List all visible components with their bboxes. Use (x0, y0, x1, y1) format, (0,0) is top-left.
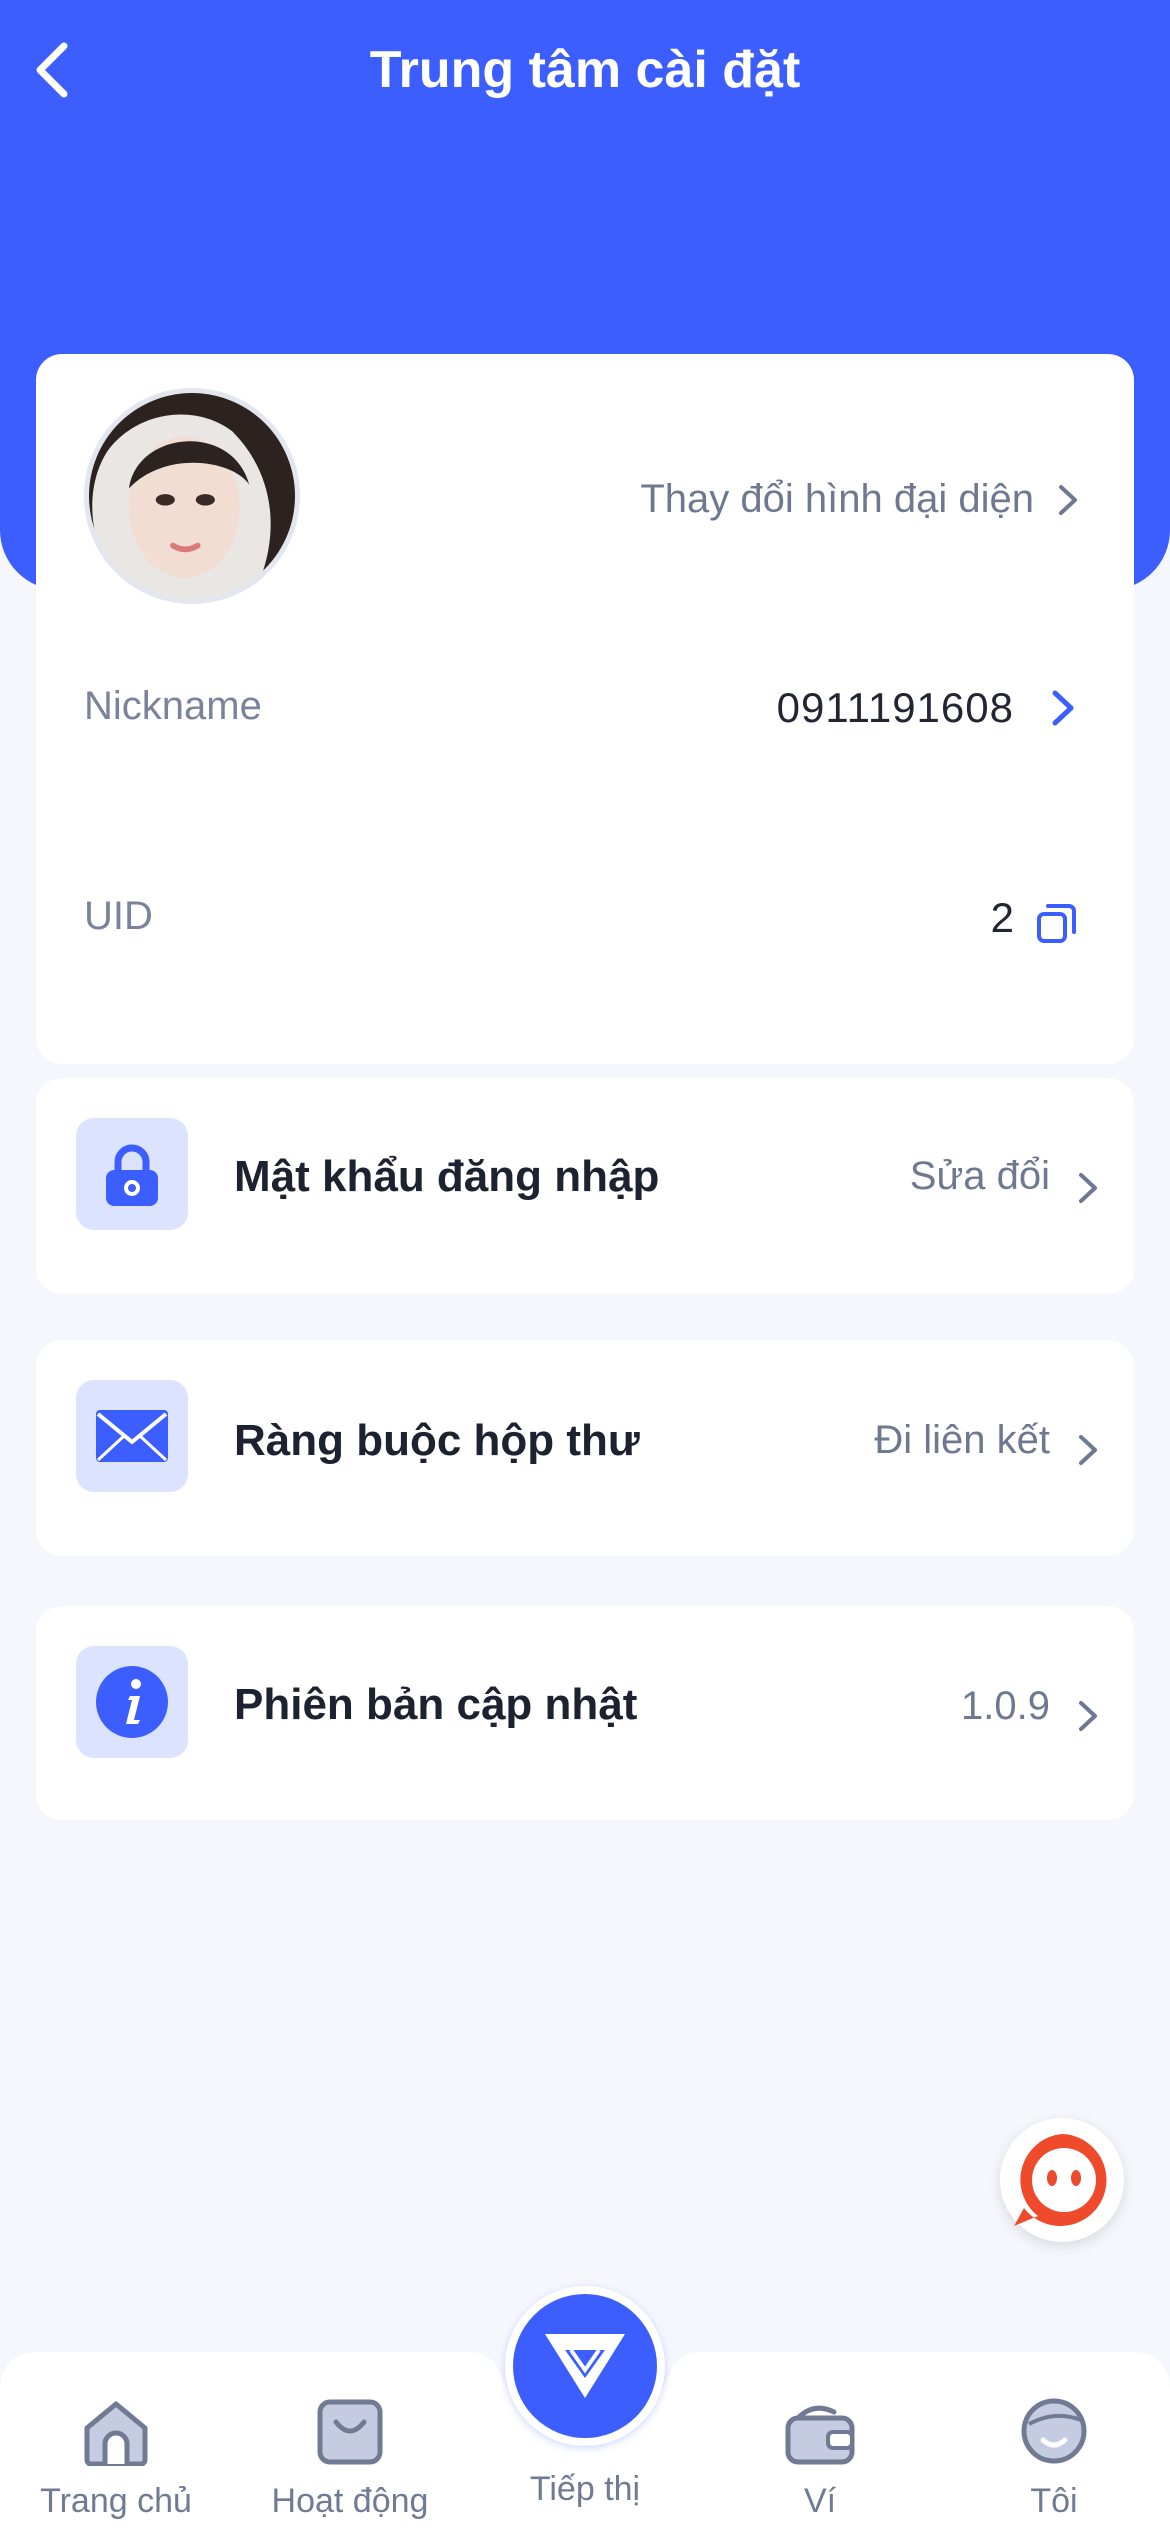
setting-password-value: Sửa đổi (909, 1154, 1050, 1198)
change-avatar-link[interactable]: Thay đổi hình đại diện (640, 464, 1034, 534)
tab-activity-label: Hoạt động (271, 2482, 429, 2520)
setting-mailbox-value: Đi liên kết (874, 1418, 1050, 1462)
mail-icon-box (76, 1380, 188, 1492)
info-icon (96, 1666, 168, 1738)
bag-icon (317, 2399, 383, 2465)
tab-home[interactable]: Trang chủ (6, 2388, 226, 2521)
setting-mailbox[interactable]: Ràng buộc hộp thư Đi liên kết (36, 1340, 1134, 1556)
setting-version-title: Phiên bản cập nhật (234, 1680, 638, 1729)
nickname-value[interactable]: 0911191608 (777, 684, 1014, 732)
avatar-image (89, 393, 295, 599)
uid-label: UID (84, 894, 153, 938)
chevron-right-icon (1059, 485, 1077, 515)
diamond-icon (545, 2334, 625, 2398)
home-icon (84, 2401, 148, 2466)
uid-value: 2 (990, 894, 1014, 941)
tab-home-label: Trang chủ (40, 2482, 192, 2520)
setting-mailbox-title: Ràng buộc hộp thư (234, 1416, 640, 1465)
tab-me-label: Tôi (1030, 2482, 1078, 2520)
copy-icon[interactable] (1036, 902, 1078, 944)
profile-icon (1021, 2398, 1087, 2464)
setting-version-value: 1.0.9 (961, 1684, 1050, 1728)
nickname-label: Nickname (84, 684, 262, 728)
customer-service-button[interactable] (1000, 2118, 1124, 2242)
tab-me[interactable]: Tôi (944, 2388, 1164, 2521)
chat-icon (1014, 2134, 1107, 2226)
tab-marketing-label: Tiếp thị (529, 2470, 641, 2508)
page-title: Trung tâm cài đặt (369, 41, 801, 99)
tab-wallet-label: Ví (803, 2482, 837, 2520)
tab-wallet[interactable]: Ví (710, 2388, 930, 2521)
mail-icon (96, 1410, 168, 1462)
chevron-right-icon (1079, 1173, 1097, 1203)
profile-card: Thay đổi hình đại diện Nickname 09111916… (36, 354, 1134, 1064)
chevron-right-icon (1079, 1435, 1097, 1465)
setting-password-title: Mật khẩu đăng nhập (234, 1152, 660, 1201)
tab-marketing[interactable] (505, 2286, 665, 2446)
setting-version[interactable]: Phiên bản cập nhật 1.0.9 (36, 1606, 1134, 1820)
lock-icon (106, 1144, 158, 1206)
info-icon-box (76, 1646, 188, 1758)
chevron-right-icon (1079, 1701, 1097, 1731)
lock-icon-box (76, 1118, 188, 1230)
wallet-icon (785, 2405, 855, 2465)
setting-password[interactable]: Mật khẩu đăng nhập Sửa đổi (36, 1078, 1134, 1294)
tab-activity[interactable]: Hoạt động (240, 2388, 460, 2521)
avatar[interactable] (84, 388, 300, 604)
chevron-right-icon[interactable] (1050, 688, 1076, 728)
